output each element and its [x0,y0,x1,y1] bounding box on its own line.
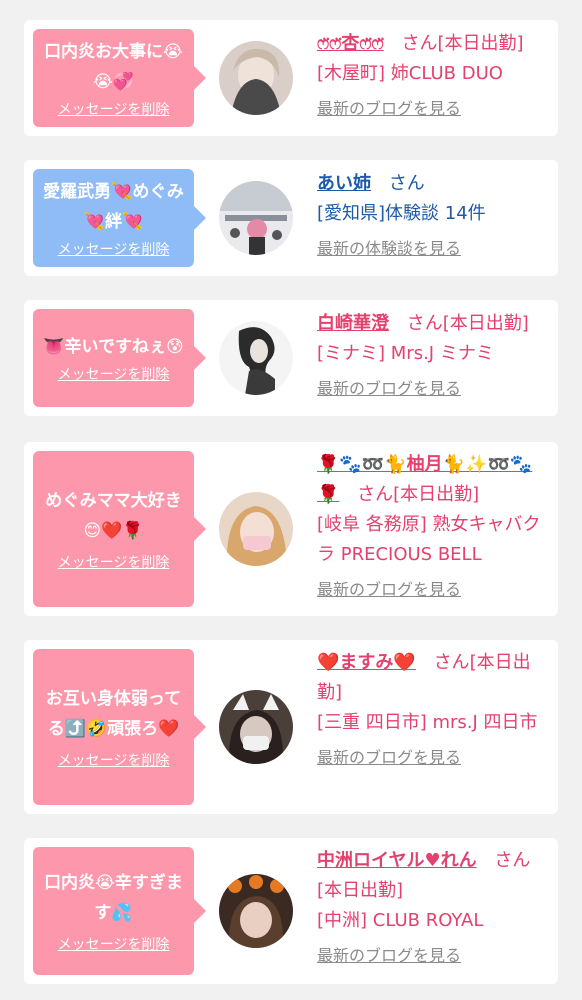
review-link[interactable]: 最新の体験談を見る [317,237,461,261]
delete-message-link[interactable]: メッセージを削除 [58,99,170,119]
shop-name: [三重 四日市] mrs.J 四日市 [317,712,538,733]
avatar[interactable] [219,181,293,255]
delete-message-link[interactable]: メッセージを削除 [58,364,170,384]
message-text: お互い身体弱ってる⤴️🤣頑張ろ❤️ [45,689,182,739]
blog-link[interactable]: 最新のブログを見る [317,578,461,602]
blog-link[interactable]: 最新のブログを見る [317,97,461,121]
delete-message-link[interactable]: メッセージを削除 [58,934,170,954]
user-photo-icon [219,41,293,115]
message-card: 口内炎お大事に😭😭💞 メッセージを削除 ෆ̈ෆ̈杏ෆ̈ෆ̈ さん[本日出勤] [… [24,20,558,136]
blog-link[interactable]: 最新のブログを見る [317,377,461,401]
message-text: 口内炎😭辛すぎます💦 [44,873,183,923]
message-card: お互い身体弱ってる⤴️🤣頑張ろ❤️ メッセージを削除 ❤️ますみ❤️ さん[本日… [24,640,558,814]
message-bubble: めぐみママ大好き😊❤️🌹 メッセージを削除 [33,451,206,607]
message-bubble: 愛羅武勇💘めぐみ💘絆💘 メッセージを削除 [33,169,206,267]
shop-name: [中洲] CLUB ROYAL [317,910,484,931]
status-badge: [本日出勤] [442,313,529,334]
honorific: さん [406,313,443,334]
user-photo-icon [219,492,293,566]
profile-info: ෆ̈ෆ̈杏ෆ̈ෆ̈ さん[本日出勤] [木屋町] 姉CLUB DUO 最新のブロ… [317,29,549,121]
profile-name-link[interactable]: あい姉 [317,173,371,194]
message-bubble: 口内炎😭辛すぎます💦 メッセージを削除 [33,847,206,975]
profile-name-link[interactable]: 白崎華澄 [317,313,389,334]
avatar[interactable] [219,690,293,764]
status-badge: [本日出勤] [437,33,524,54]
user-photo-icon [219,181,293,255]
shop-name: [ミナミ] Mrs.J ミナミ [317,343,494,364]
message-text: 愛羅武勇💘めぐみ💘絆💘 [43,182,184,232]
shop-name: [木屋町] 姉CLUB DUO [317,63,503,84]
profile-name-link[interactable]: ෆ̈ෆ̈杏ෆ̈ෆ̈ [317,33,384,54]
status-badge: [本日出勤] [317,880,404,901]
honorific: さん [433,652,470,673]
avatar[interactable] [219,41,293,115]
message-card: 愛羅武勇💘めぐみ💘絆💘 メッセージを削除 あい姉 さん [愛知県]体験談 14件… [24,160,558,276]
review-count: [愛知県]体験談 14件 [317,203,486,224]
delete-message-link[interactable]: メッセージを削除 [58,750,170,770]
profile-info: 🌹🐾➿🐈柚月🐈✨➿🐾🌹 さん[本日出勤] [岐阜 各務原] 熟女キャバクラ PR… [317,450,549,602]
profile-info: ❤️ますみ❤️ さん[本日出勤] [三重 四日市] mrs.J 四日市 最新のブ… [317,648,549,770]
profile-info: 白崎華澄 さん[本日出勤] [ミナミ] Mrs.J ミナミ 最新のブログを見る [317,309,549,401]
message-text: 👅辛いですねぇ😰 [43,337,184,357]
message-text: めぐみママ大好き😊❤️🌹 [45,491,182,541]
honorific: さん [494,850,531,871]
message-bubble: お互い身体弱ってる⤴️🤣頑張ろ❤️ メッセージを削除 [33,649,206,805]
honorific: さん [357,484,394,505]
delete-message-link[interactable]: メッセージを削除 [58,239,170,259]
message-bubble: 👅辛いですねぇ😰 メッセージを削除 [33,309,206,407]
message-text: 口内炎お大事に😭😭💞 [44,42,183,92]
profile-name-link[interactable]: 中洲ロイヤル♥れん [317,850,477,871]
delete-message-link[interactable]: メッセージを削除 [58,552,170,572]
shop-name: [岐阜 各務原] 熟女キャバクラ PRECIOUS BELL [317,514,541,565]
blog-link[interactable]: 最新のブログを見る [317,944,461,968]
message-card: 👅辛いですねぇ😰 メッセージを削除 白崎華澄 さん[本日出勤] [ミナミ] Mr… [24,300,558,416]
message-card: 口内炎😭辛すぎます💦 メッセージを削除 中洲ロイヤル♥れん さん [本日出勤] [… [24,838,558,984]
profile-info: 中洲ロイヤル♥れん さん [本日出勤] [中洲] CLUB ROYAL 最新のブロ… [317,846,549,968]
avatar[interactable] [219,321,293,395]
status-badge: [本日出勤] [393,484,480,505]
user-photo-icon [219,874,293,948]
avatar[interactable] [219,874,293,948]
avatar[interactable] [219,492,293,566]
user-photo-icon [219,321,293,395]
user-photo-icon [219,690,293,764]
profile-info: あい姉 さん [愛知県]体験談 14件 最新の体験談を見る [317,169,549,261]
message-bubble: 口内炎お大事に😭😭💞 メッセージを削除 [33,29,206,127]
message-card: めぐみママ大好き😊❤️🌹 メッセージを削除 🌹🐾➿🐈柚月🐈✨➿🐾🌹 さん[本日出… [24,442,558,616]
blog-link[interactable]: 最新のブログを見る [317,746,461,770]
profile-name-link[interactable]: ❤️ますみ❤️ [317,652,416,673]
honorific: さん [388,173,425,194]
honorific: さん [401,33,438,54]
